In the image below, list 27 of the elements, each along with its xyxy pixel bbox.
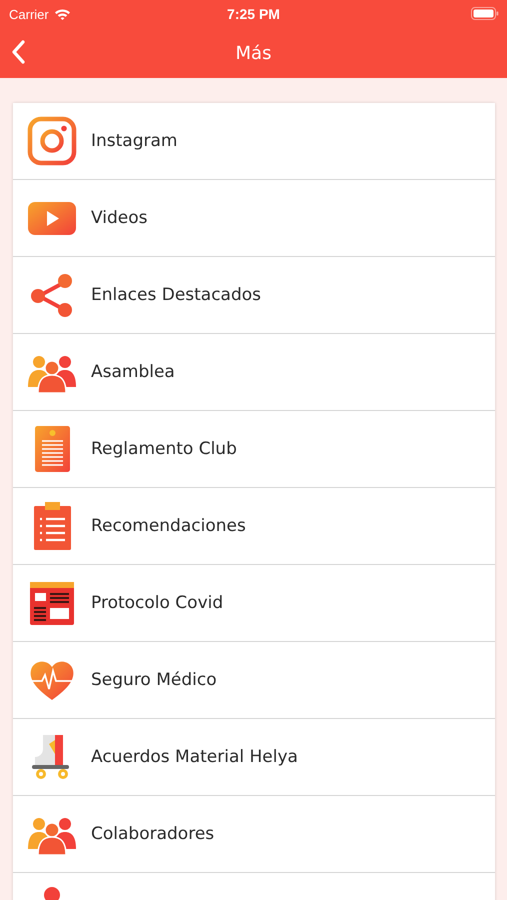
item-label: Acuerdos Material Helya — [91, 747, 298, 767]
camera-icon — [27, 116, 77, 166]
carrier-label: Carrier — [9, 6, 49, 22]
item-label: Recomendaciones — [91, 516, 246, 536]
item-label: Asamblea — [91, 362, 175, 382]
menu-item[interactable]: Seguro Médico — [13, 642, 495, 719]
item-label: Enlaces Destacados — [91, 285, 262, 305]
menu-item[interactable]: Videos — [13, 180, 495, 257]
battery-icon — [471, 6, 499, 20]
menu-item[interactable]: Asamblea — [13, 334, 495, 411]
menu-item[interactable]: Protocolo Covid — [13, 565, 495, 642]
screen-title: Más — [236, 42, 272, 64]
menu-item[interactable]: Reglamento Club — [13, 411, 495, 488]
item-label: Videos — [91, 208, 148, 228]
item-label: Instagram — [91, 131, 178, 151]
item-label: Reglamento Club — [91, 439, 237, 459]
menu-item[interactable]: Instagram — [13, 103, 495, 180]
item-label: Colaboradores — [91, 824, 214, 844]
item-label: Protocolo Covid — [91, 593, 224, 613]
back-icon[interactable] — [11, 40, 25, 64]
menu-item[interactable]: Acuerdos Material Helya — [13, 719, 495, 796]
menu-item[interactable]: Colaboradores — [13, 796, 495, 873]
menu-item[interactable]: Recomendaciones — [13, 488, 495, 565]
menu-item[interactable]: Enlaces Destacados — [13, 257, 495, 334]
wifi-icon — [54, 8, 71, 20]
time-label: 7:25 PM — [227, 6, 280, 22]
item-label: Seguro Médico — [91, 670, 217, 690]
